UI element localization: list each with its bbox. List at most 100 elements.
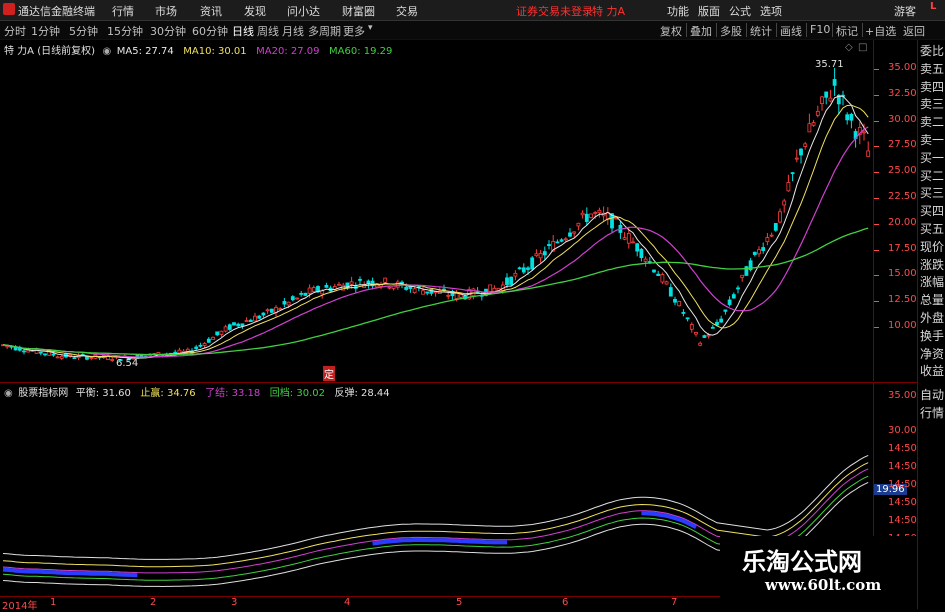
price-tick: 27.50 [888,139,917,151]
candle-body [173,351,178,354]
candle-body [202,343,207,346]
tool-huaxian[interactable]: 画线 [780,23,802,39]
price-tick: 10.00 [888,320,917,331]
candle-body [72,357,77,360]
period-5min[interactable]: 5分钟 [69,23,98,39]
candle-body [257,315,262,319]
candle-body [55,356,60,359]
candle-body [660,274,665,283]
tool-diejia[interactable]: 叠加 [690,23,712,39]
candle-body [307,287,312,294]
menu-wenxiaoda[interactable]: 问小达 [287,3,320,19]
menu-caifuquan[interactable]: 财富圈 [342,3,375,19]
candle-body [589,213,593,218]
indicator-tick: 14:50 [888,515,917,526]
candle-body [227,324,232,330]
candle-body [740,274,745,278]
candle-body [715,321,719,326]
period-30min[interactable]: 30分钟 [150,23,186,39]
login-notice[interactable]: 证券交易未登录 [516,3,593,19]
side-quote-label: 换手 [920,328,945,343]
menu-faxian[interactable]: 发现 [244,3,266,19]
candle-body [782,200,787,206]
menu-banmian[interactable]: 版面 [698,3,720,19]
tool-fuquan[interactable]: 复权 [660,23,682,39]
more-dropdown-icon[interactable]: ▾ [368,23,373,33]
candle-body [261,312,266,316]
candle-body [584,213,589,222]
candle-body [43,353,47,356]
event-marker[interactable]: 定 [323,366,335,381]
kline-svg [1,67,871,362]
price-tick-mark [874,249,879,251]
price-tick: 17.50 [888,242,917,254]
menu-shichang[interactable]: 市场 [155,3,177,19]
period-60min[interactable]: 60分钟 [192,23,228,39]
price-tick-mark [874,327,879,328]
menu-gongshi[interactable]: 公式 [729,3,751,19]
side-quote-label: 买五 [920,222,945,236]
candle-body [488,284,493,293]
period-1min[interactable]: 1分钟 [31,23,60,39]
tool-separator [746,23,747,37]
time-label: 3 [231,597,238,608]
candle-body [652,269,656,273]
candle-body [702,335,707,338]
candle-body [421,290,425,295]
candle-body [786,182,791,192]
candle-body [685,317,690,320]
candle-body [815,110,820,116]
period-15min[interactable]: 15分钟 [107,23,143,39]
side-quote-label: 净资 [920,346,945,361]
candle-body [769,234,774,237]
side-quote-label: 卖二 [920,115,945,130]
tool-duogu[interactable]: 多股 [720,23,742,39]
period-multi[interactable]: 多周期 [308,23,341,39]
side-quote-label: 涨跌 [920,257,945,272]
period-more[interactable]: 更多 [343,23,365,39]
candle-body [568,232,572,237]
kline-chart[interactable]: 特 力A (日线前复权) ◉ MA5: 27.74 MA10: 30.01 MA… [0,40,873,381]
candle-body [639,248,644,259]
candle-body [290,296,295,301]
guest-user[interactable]: 游客 [894,3,916,19]
candle-body [689,324,694,330]
tool-f10[interactable]: F10 [810,23,830,36]
candle-body [799,148,803,156]
candle-body [303,292,308,296]
tool-biaoji[interactable]: 标记 [836,23,858,39]
candle-body [631,241,635,244]
candle-body [253,315,257,322]
menu-zixun[interactable]: 资讯 [200,3,222,19]
candle-body [521,267,526,273]
menu-xuanxiang[interactable]: 选项 [760,3,782,19]
candle-body [677,301,682,307]
candle-body [299,292,304,295]
menu-hangqing[interactable]: 行情 [112,3,134,19]
menu-gongneng[interactable]: 功能 [667,3,689,19]
candle-body [757,249,761,255]
period-monthly[interactable]: 月线 [282,23,304,39]
side-auto-quote[interactable]: 自动 [920,386,944,403]
period-fenshi[interactable]: 分时 [4,23,26,39]
indicator-tick: 35.00 [888,390,917,401]
tool-fanhui[interactable]: 返回 [903,23,925,39]
app-title: 通达信金融终端 [18,5,95,18]
period-daily[interactable]: 日线 [232,23,254,39]
tool-tongji[interactable]: 统计 [750,23,772,39]
candle-body [223,326,228,332]
period-bar: 分时 1分钟 5分钟 15分钟 30分钟 60分钟 日线 周线 月线 多周期 更… [0,21,945,40]
candle-body [38,351,43,354]
period-weekly[interactable]: 周线 [257,23,279,39]
side-auto-quote[interactable]: 行情 [920,404,944,421]
candle-body [236,323,241,327]
candle-body [866,150,871,157]
price-tick-mark [874,69,879,70]
candle-body [845,114,850,121]
tool-zixuan[interactable]: +自选 [865,23,896,39]
side-quote-label: 卖五 [920,61,945,76]
menu-jiaoyi[interactable]: 交易 [396,3,418,19]
candle-body [337,283,341,286]
candle-body [547,244,551,247]
price-tick-mark [874,275,879,277]
